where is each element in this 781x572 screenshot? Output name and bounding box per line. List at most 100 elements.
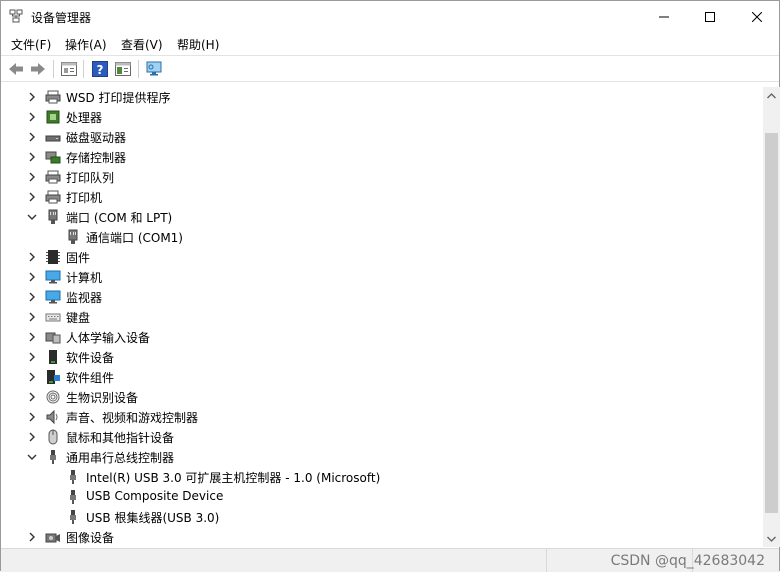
chevron-right-icon[interactable] xyxy=(25,310,39,324)
scrollbar-thumb[interactable] xyxy=(765,133,778,513)
tree-node-category[interactable]: 固件 xyxy=(3,247,763,267)
tree-node-label: 通信端口 (COM1) xyxy=(86,231,183,245)
toolbar-separator xyxy=(83,60,84,78)
camera-icon xyxy=(45,533,60,543)
chevron-right-icon[interactable] xyxy=(25,350,39,364)
software-component-icon xyxy=(47,370,60,384)
maximize-icon xyxy=(705,11,715,22)
vertical-scrollbar[interactable] xyxy=(763,87,780,547)
tree-node-category[interactable]: 图像设备 xyxy=(3,527,763,547)
chevron-right-icon[interactable] xyxy=(25,90,39,104)
scroll-down-arrow[interactable] xyxy=(763,530,780,547)
hid-icon xyxy=(45,332,61,344)
device-manager-window: 设备管理器 文件(F) 操作(A) 查看(V) 帮助(H) ? WSD 打印提供… xyxy=(0,0,780,572)
title-bar: 设备管理器 xyxy=(1,1,779,32)
status-segment xyxy=(1,549,547,572)
chevron-up-icon xyxy=(767,92,776,98)
keyboard-icon xyxy=(45,313,61,322)
tree-node-category[interactable]: 生物识别设备 xyxy=(3,387,763,407)
tree-node-category[interactable]: 软件设备 xyxy=(3,347,763,367)
console-tree-icon[interactable] xyxy=(114,60,132,78)
chevron-right-icon[interactable] xyxy=(25,410,39,424)
chevron-down-icon[interactable] xyxy=(25,210,39,224)
tree-node-device[interactable]: USB 根集线器(USB 3.0) xyxy=(3,507,763,527)
tree-node-category[interactable]: 键盘 xyxy=(3,307,763,327)
chevron-right-icon[interactable] xyxy=(25,290,39,304)
tree-node-category[interactable]: 软件组件 xyxy=(3,367,763,387)
tree-node-category[interactable]: 存储控制器 xyxy=(3,147,763,167)
chevron-down-icon[interactable] xyxy=(25,450,39,464)
scan-hardware-icon[interactable] xyxy=(145,60,163,78)
menu-help[interactable]: 帮助(H) xyxy=(177,36,219,53)
menu-view[interactable]: 查看(V) xyxy=(121,36,163,53)
tree-node-category[interactable]: 处理器 xyxy=(3,107,763,127)
tree-node-category[interactable]: 人体学输入设备 xyxy=(3,327,763,347)
tree-node-category[interactable]: 打印机 xyxy=(3,187,763,207)
usb-icon xyxy=(70,490,76,504)
printer-icon xyxy=(45,90,61,104)
back-icon[interactable] xyxy=(7,60,25,78)
maximize-button[interactable] xyxy=(687,1,733,32)
tree-node-category[interactable]: 声音、视频和游戏控制器 xyxy=(3,407,763,427)
fingerprint-icon xyxy=(46,390,60,404)
printer-icon xyxy=(45,190,61,204)
monitor-icon xyxy=(45,290,61,304)
menu-bar: 文件(F) 操作(A) 查看(V) 帮助(H) xyxy=(1,32,779,55)
status-bar: CSDN @qq_42683042 xyxy=(1,548,779,572)
tree-node-label: 处理器 xyxy=(66,111,103,125)
tree-node-label: 固件 xyxy=(66,251,91,265)
chevron-right-icon[interactable] xyxy=(25,270,39,284)
chevron-right-icon[interactable] xyxy=(25,330,39,344)
tree-node-category[interactable]: WSD 打印提供程序 xyxy=(3,87,763,107)
properties-view-icon[interactable] xyxy=(60,60,78,78)
tree-node-label: 软件组件 xyxy=(66,371,115,385)
tree-node-category[interactable]: 通用串行总线控制器 xyxy=(3,447,763,467)
chevron-right-icon[interactable] xyxy=(25,170,39,184)
tree-node-label: 鼠标和其他指针设备 xyxy=(66,431,175,445)
chevron-right-icon[interactable] xyxy=(25,250,39,264)
chevron-right-icon[interactable] xyxy=(25,390,39,404)
tree-node-label: 键盘 xyxy=(66,311,91,325)
menu-action[interactable]: 操作(A) xyxy=(65,36,107,53)
tree-node-category[interactable]: 计算机 xyxy=(3,267,763,287)
tree-node-category[interactable]: 端口 (COM 和 LPT) xyxy=(3,207,763,227)
chevron-right-icon[interactable] xyxy=(25,370,39,384)
close-button[interactable] xyxy=(734,1,780,32)
chevron-right-icon[interactable] xyxy=(25,190,39,204)
device-tree: WSD 打印提供程序处理器磁盘驱动器 存储控制器打印队列打印机端口 (COM 和 … xyxy=(3,87,763,547)
disk-drive-icon xyxy=(45,135,61,142)
tree-node-label: 软件设备 xyxy=(66,351,115,365)
chevron-right-icon[interactable] xyxy=(25,130,39,144)
tree-node-label: USB 根集线器(USB 3.0) xyxy=(86,511,220,525)
help-icon[interactable]: ? xyxy=(91,60,109,78)
toolbar-separator xyxy=(138,60,139,78)
tree-node-category[interactable]: 磁盘驱动器 xyxy=(3,127,763,147)
chevron-right-icon[interactable] xyxy=(25,430,39,444)
forward-icon[interactable] xyxy=(29,60,47,78)
tree-node-category[interactable]: 打印队列 xyxy=(3,167,763,187)
tree-node-category[interactable]: 监视器 xyxy=(3,287,763,307)
processor-icon xyxy=(46,110,60,124)
device-manager-app-icon xyxy=(9,9,23,23)
toolbar-separator xyxy=(53,60,54,78)
computer-icon xyxy=(45,270,61,284)
svg-text:?: ? xyxy=(97,63,104,77)
tree-node-label: 打印队列 xyxy=(66,171,115,185)
tree-node-device[interactable]: Intel(R) USB 3.0 可扩展主机控制器 - 1.0 (Microso… xyxy=(3,467,763,487)
tree-node-label: 端口 (COM 和 LPT) xyxy=(66,211,173,225)
chevron-right-icon[interactable] xyxy=(25,530,39,544)
scroll-up-arrow[interactable] xyxy=(763,87,780,104)
menu-file[interactable]: 文件(F) xyxy=(11,36,51,53)
chevron-right-icon[interactable] xyxy=(25,110,39,124)
minimize-button[interactable] xyxy=(641,1,687,32)
chevron-down-icon xyxy=(767,536,776,542)
usb-icon xyxy=(50,450,56,464)
tree-node-category[interactable]: 鼠标和其他指针设备 xyxy=(3,427,763,447)
chevron-right-icon[interactable] xyxy=(25,150,39,164)
tree-node-label: 图像设备 xyxy=(66,531,115,545)
tree-node-label: 打印机 xyxy=(66,191,103,205)
tree-node-label: 声音、视频和游戏控制器 xyxy=(66,411,199,425)
usb-icon xyxy=(70,470,76,484)
tree-node-device[interactable]: USB Composite Device xyxy=(3,487,763,507)
tree-node-device[interactable]: 通信端口 (COM1) xyxy=(3,227,763,247)
